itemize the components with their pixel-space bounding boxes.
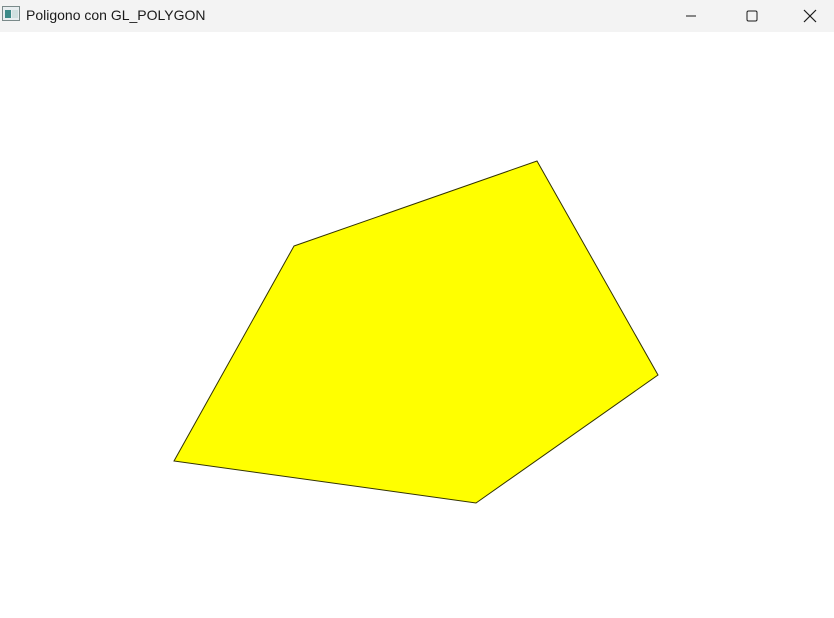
close-button[interactable] [781, 0, 834, 32]
close-icon [803, 9, 817, 23]
window-title: Poligono con GL_POLYGON [26, 7, 206, 23]
gl-canvas[interactable] [0, 32, 834, 618]
maximize-icon [746, 10, 758, 22]
maximize-button[interactable] [723, 0, 781, 32]
app-icon[interactable] [2, 6, 20, 21]
title-bar[interactable]: Poligono con GL_POLYGON [0, 0, 834, 32]
polygon-drawing [173, 160, 659, 504]
app-window: Poligono con GL_POLYGON [0, 0, 834, 618]
minimize-button[interactable] [662, 0, 720, 32]
minimize-icon [686, 15, 696, 17]
yellow-polygon [173, 160, 659, 504]
